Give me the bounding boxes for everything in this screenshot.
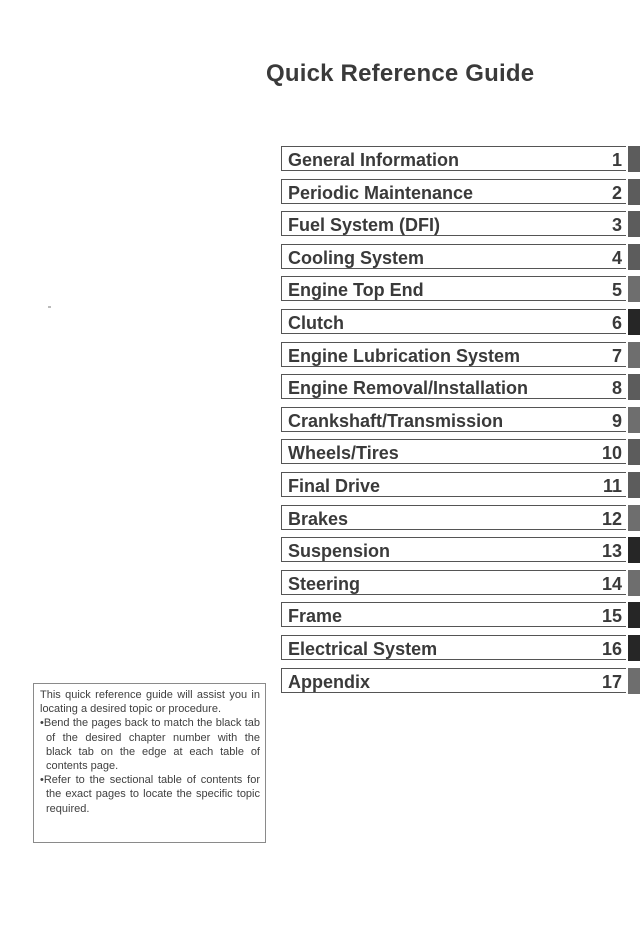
- toc-chapter-number: 5: [611, 280, 622, 301]
- toc-entry[interactable]: Frame 15: [281, 602, 640, 629]
- toc-entry-label: Engine Lubrication System: [288, 345, 521, 366]
- toc-entry-box[interactable]: Cooling System 4: [281, 243, 626, 269]
- toc-entry[interactable]: Engine Removal/Installation 8: [281, 374, 640, 401]
- toc-chapter-number: 17: [601, 671, 622, 692]
- toc-chapter-number: 12: [601, 508, 622, 529]
- toc-entry-label: Wheels/Tires: [288, 443, 399, 464]
- toc-chapter-number: 9: [611, 410, 622, 431]
- note-bullet-bend-pages: •Bend the pages back to match the black …: [40, 717, 260, 773]
- toc-entry[interactable]: Brakes 12: [281, 504, 640, 532]
- toc-entry[interactable]: Engine Lubrication System 7: [281, 341, 640, 369]
- toc-entry-label: Steering: [288, 573, 361, 594]
- toc-chapter-number: 3: [611, 215, 622, 236]
- toc-entry-label: Fuel System (DFI): [288, 215, 441, 236]
- toc-entry-box[interactable]: Appendix 17: [281, 667, 626, 693]
- chapter-edge-tab: [628, 602, 640, 629]
- toc-entry[interactable]: Steering 14: [281, 569, 640, 597]
- chapter-edge-tab: [628, 146, 640, 172]
- toc-entry[interactable]: Crankshaft/Transmission 9: [281, 406, 640, 434]
- toc-entry-label: Final Drive: [288, 475, 381, 496]
- quick-reference-toc: General Information 1 Periodic Maintenance…: [281, 146, 640, 700]
- scan-speck: [48, 306, 51, 308]
- toc-entry-box[interactable]: Wheels/Tires 10: [281, 439, 626, 465]
- toc-entry-box[interactable]: Frame 15: [281, 602, 626, 628]
- toc-entry-label: General Information: [288, 150, 460, 170]
- toc-entry-box[interactable]: Brakes 12: [281, 504, 626, 530]
- toc-chapter-number: 4: [611, 247, 622, 268]
- chapter-edge-tab: [628, 243, 640, 270]
- toc-chapter-number: 16: [601, 638, 622, 659]
- toc-entry-label: Clutch: [288, 312, 344, 333]
- chapter-edge-tab: [628, 569, 640, 596]
- chapter-edge-tab: [628, 471, 640, 498]
- toc-entry[interactable]: Fuel System (DFI) 3: [281, 211, 640, 238]
- toc-entry[interactable]: Cooling System 4: [281, 243, 640, 271]
- toc-chapter-number: 7: [611, 345, 622, 366]
- toc-entry-label: Engine Top End: [288, 280, 424, 301]
- chapter-edge-tab: [628, 537, 640, 564]
- toc-entry[interactable]: Wheels/Tires 10: [281, 439, 640, 466]
- toc-entry-box[interactable]: Final Drive 11: [281, 471, 626, 497]
- toc-entry-box[interactable]: Clutch 6: [281, 308, 626, 334]
- toc-entry-box[interactable]: Periodic Maintenance 2: [281, 178, 626, 204]
- toc-entry-box[interactable]: Engine Lubrication System 7: [281, 341, 626, 367]
- toc-chapter-number: 14: [601, 573, 622, 594]
- toc-entry-box[interactable]: General Information 1: [281, 146, 626, 171]
- toc-entry-label: Periodic Maintenance: [288, 182, 474, 203]
- chapter-edge-tab: [628, 634, 640, 661]
- toc-chapter-number: 11: [602, 475, 622, 496]
- chapter-edge-tab: [628, 439, 640, 466]
- toc-entry[interactable]: Suspension 13: [281, 537, 640, 564]
- toc-entry[interactable]: Engine Top End 5: [281, 276, 640, 303]
- toc-entry-label: Crankshaft/Transmission: [288, 410, 504, 431]
- toc-entry-box[interactable]: Engine Removal/Installation 8: [281, 374, 626, 400]
- chapter-edge-tab: [628, 211, 640, 238]
- toc-entry[interactable]: Electrical System 16: [281, 634, 640, 662]
- note-bullet-refer-contents: •Refer to the sectional table of content…: [40, 774, 260, 815]
- toc-entry-box[interactable]: Suspension 13: [281, 537, 626, 563]
- toc-entry-box[interactable]: Steering 14: [281, 569, 626, 595]
- chapter-edge-tab: [628, 341, 640, 368]
- toc-entry-label: Appendix: [288, 671, 371, 692]
- toc-chapter-number: 8: [611, 378, 622, 399]
- toc-chapter-number: 6: [611, 312, 622, 333]
- toc-entry-box[interactable]: Crankshaft/Transmission 9: [281, 406, 626, 432]
- chapter-edge-tab: [628, 406, 640, 433]
- toc-entry[interactable]: Appendix 17: [281, 667, 640, 695]
- toc-chapter-number: 2: [611, 182, 622, 203]
- toc-entry-box[interactable]: Electrical System 16: [281, 634, 626, 660]
- chapter-edge-tab: [628, 374, 640, 401]
- toc-chapter-number: 13: [601, 541, 622, 562]
- toc-entry-label: Suspension: [288, 541, 391, 562]
- toc-entry[interactable]: Clutch 6: [281, 308, 640, 336]
- toc-entry-label: Engine Removal/Installation: [288, 378, 529, 399]
- toc-chapter-number: 1: [611, 150, 622, 170]
- toc-entry[interactable]: General Information 1: [281, 146, 640, 173]
- toc-entry-label: Cooling System: [288, 247, 425, 268]
- chapter-edge-tab: [628, 178, 640, 205]
- toc-entry[interactable]: Periodic Maintenance 2: [281, 178, 640, 206]
- toc-entry[interactable]: Final Drive 11: [281, 471, 640, 499]
- toc-entry-label: Electrical System: [288, 638, 438, 659]
- toc-entry-box[interactable]: Engine Top End 5: [281, 276, 626, 302]
- page-title: Quick Reference Guide: [266, 60, 535, 87]
- chapter-edge-tab: [628, 276, 640, 303]
- chapter-edge-tab: [628, 504, 640, 531]
- toc-chapter-number: 10: [601, 443, 622, 464]
- note-intro: This quick reference guide will assist y…: [40, 689, 260, 716]
- chapter-edge-tab: [628, 308, 640, 335]
- toc-chapter-number: 15: [601, 606, 622, 627]
- instructions-note-box: This quick reference guide will assist y…: [33, 683, 266, 843]
- chapter-edge-tab: [628, 667, 640, 694]
- toc-entry-box[interactable]: Fuel System (DFI) 3: [281, 211, 626, 237]
- toc-entry-label: Brakes: [288, 508, 349, 529]
- toc-entry-label: Frame: [288, 606, 343, 627]
